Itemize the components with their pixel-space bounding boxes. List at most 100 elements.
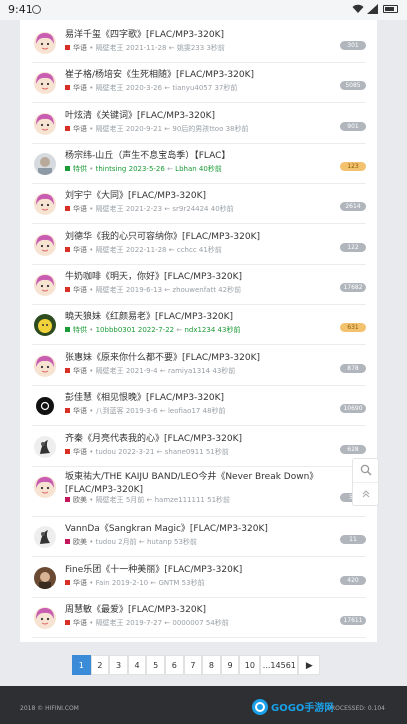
last-replier[interactable]: 姚雯233 [177, 44, 204, 52]
thread-row[interactable]: 刘宇宁《大同》[FLAC/MP3-320K] 华语 • 隔壁老王 2021-2-2… [32, 183, 366, 225]
author-name[interactable]: 隔壁老王 [96, 84, 124, 92]
thread-title[interactable]: 曉天狼妹《红颜易老》[FLAC/MP3-320K] [65, 309, 233, 322]
avatar[interactable] [34, 395, 56, 418]
author-name[interactable]: Fain [96, 579, 110, 587]
last-replier[interactable]: ramiya1314 [168, 367, 210, 375]
page-4-button[interactable]: 4 [127, 655, 147, 675]
thread-row[interactable]: 曉天狼妹《红颜易老》[FLAC/MP3-320K] 特供 • 10bbb0301 … [32, 304, 366, 346]
avatar[interactable] [34, 32, 56, 54]
last-replier[interactable]: hamze111111 [155, 496, 205, 504]
thread-row[interactable]: 彭佳慧《相见恨晚》[FLAC/MP3-320K] 华语 • 八到蓝客 2019-3… [32, 385, 366, 427]
page-3-button[interactable]: 3 [109, 655, 128, 675]
next-page-button[interactable]: ▶ [298, 655, 321, 675]
author-name[interactable]: 10bbb0301 [96, 326, 136, 334]
last-replier[interactable]: tianyu4057 [172, 84, 212, 92]
thread-row[interactable]: 刘德华《我的心只可容纳你》[FLAC/MP3-320K] 华语 • 隔壁老王 20… [32, 224, 366, 265]
thread-title[interactable]: Fine乐团《十一种美丽》[FLAC/MP3-320K] [65, 562, 242, 575]
last-replier[interactable]: zhouwenfatt [172, 286, 216, 294]
forum-label[interactable]: 华语 [73, 579, 87, 587]
forum-label[interactable]: 特供 [73, 165, 87, 173]
page-2-button[interactable]: 2 [90, 655, 110, 675]
thread-row[interactable]: 牛奶咖啡《明天，你好》[FLAC/MP3-320K] 华语 • 隔壁老王 2019… [32, 264, 366, 306]
author-name[interactable]: 隔壁老王 [96, 44, 124, 52]
last-replier[interactable]: cchcc [177, 246, 197, 254]
author-name[interactable]: 八到蓝客 [96, 407, 124, 415]
last-replier[interactable]: ndx1234 [184, 326, 215, 334]
forum-label[interactable]: 华语 [73, 205, 87, 213]
avatar[interactable] [34, 435, 56, 458]
thread-title[interactable]: 坂東祐大/THE KAIJU BAND/LEO今井《Never Break Do… [65, 471, 365, 497]
avatar[interactable] [34, 354, 56, 377]
author-name[interactable]: 隔壁老王 [96, 367, 124, 375]
back-to-top-icon[interactable] [353, 483, 378, 506]
thread-row[interactable]: 易洋千玺《四字歌》[FLAC/MP3-320K] 华语 • 隔壁老王 2021-1… [32, 22, 366, 63]
last-replier[interactable]: leofiao17 [168, 407, 200, 415]
forum-label[interactable]: 华语 [73, 367, 87, 375]
avatar[interactable] [34, 606, 56, 629]
thread-title[interactable]: 刘德华《我的心只可容纳你》[FLAC/MP3-320K] [65, 229, 260, 242]
avatar[interactable] [34, 566, 56, 589]
page-8-button[interactable]: 8 [202, 655, 221, 675]
forum-label[interactable]: 华语 [73, 407, 87, 415]
page-5-button[interactable]: 5 [146, 655, 165, 675]
author-name[interactable]: 隔壁老王 [96, 205, 124, 213]
last-replier[interactable]: hutanp [147, 538, 172, 546]
avatar[interactable] [34, 193, 56, 216]
forum-label[interactable]: 欧美 [73, 496, 87, 504]
avatar[interactable] [34, 72, 56, 95]
author-name[interactable]: 隔壁老王 [96, 246, 124, 254]
forum-label[interactable]: 华语 [73, 286, 87, 294]
avatar[interactable] [34, 314, 56, 337]
page-9-button[interactable]: 9 [220, 655, 240, 675]
author-name[interactable]: 隔壁老王 [96, 125, 124, 133]
thread-row[interactable]: 叶炫清《关键词》[FLAC/MP3-320K] 华语 • 隔壁老王 2020-9-… [32, 103, 366, 144]
thread-row[interactable]: 崔子格/杨培安《生死相随》[FLAC/MP3-320K] 华语 • 隔壁老王 20… [32, 62, 366, 104]
page-7-button[interactable]: 7 [183, 655, 203, 675]
author-name[interactable]: thintsing [96, 165, 127, 173]
avatar[interactable] [34, 233, 56, 256]
forum-label[interactable]: 华语 [73, 619, 87, 627]
page-10-button[interactable]: 10 [239, 655, 261, 675]
thread-title[interactable]: 崔子格/杨培安《生死相随》[FLAC/MP3-320K] [65, 67, 254, 80]
last-replier[interactable]: 90后的男孩ttoo [172, 125, 223, 133]
search-icon[interactable] [353, 459, 378, 483]
author-name[interactable]: 隔壁老王 [96, 496, 124, 504]
thread-row[interactable]: 坂東祐大/THE KAIJU BAND/LEO今井《Never Break Do… [32, 466, 366, 517]
last-replier[interactable]: shane0911 [165, 448, 204, 456]
avatar[interactable] [34, 153, 56, 176]
thread-title[interactable]: 周慧敏《最爱》[FLAC/MP3-320K] [65, 602, 206, 615]
thread-row[interactable]: 杨宗纬-山丘（声生不息宝岛季）【FLAC】 特供 • thintsing 2023… [32, 143, 366, 185]
forum-label[interactable]: 华语 [73, 44, 87, 52]
thread-row[interactable]: 齐秦《月亮代表我的心》[FLAC/MP3-320K] 华语 • tudou 202… [32, 426, 366, 467]
last-page-button[interactable]: ...14561 [260, 655, 299, 675]
forum-label[interactable]: 华语 [73, 448, 87, 456]
thread-title[interactable]: 彭佳慧《相见恨晚》[FLAC/MP3-320K] [65, 390, 224, 403]
thread-row[interactable]: VannDa《Sangkran Magic》[FLAC/MP3-320K] 欧美 … [32, 516, 366, 558]
author-name[interactable]: tudou [96, 538, 116, 546]
last-replier[interactable]: GNTM [158, 579, 179, 587]
thread-title[interactable]: 刘宇宁《大同》[FLAC/MP3-320K] [65, 188, 206, 201]
thread-title[interactable]: 叶炫清《关键词》[FLAC/MP3-320K] [65, 108, 215, 121]
forum-label[interactable]: 华语 [73, 84, 87, 92]
forum-label[interactable]: 华语 [73, 246, 87, 254]
thread-title[interactable]: 张惠妹《原来你什么都不要》[FLAC/MP3-320K] [65, 350, 260, 363]
author-name[interactable]: 隔壁老王 [96, 286, 124, 294]
thread-row[interactable]: 张惠妹《原来你什么都不要》[FLAC/MP3-320K] 华语 • 隔壁老王 20… [32, 345, 366, 386]
thread-title[interactable]: 易洋千玺《四字歌》[FLAC/MP3-320K] [65, 27, 224, 40]
last-replier[interactable]: Lbhan [175, 165, 197, 173]
last-replier[interactable]: sr9r24424 [172, 205, 208, 213]
avatar[interactable] [34, 526, 56, 549]
author-name[interactable]: tudou [96, 448, 116, 456]
thread-row[interactable]: Fine乐团《十一种美丽》[FLAC/MP3-320K] 华语 • Fain 20… [32, 557, 366, 598]
forum-label[interactable]: 特供 [73, 326, 87, 334]
page-1-button[interactable]: 1 [72, 655, 91, 675]
thread-row[interactable]: 周慧敏《最爱》[FLAC/MP3-320K] 华语 • 隔壁老王 2019-7-2… [32, 597, 366, 638]
forum-label[interactable]: 华语 [73, 125, 87, 133]
thread-title[interactable]: 牛奶咖啡《明天，你好》[FLAC/MP3-320K] [65, 269, 242, 282]
last-replier[interactable]: 0000007 [172, 619, 203, 627]
thread-title[interactable]: 杨宗纬-山丘（声生不息宝岛季）【FLAC】 [65, 148, 230, 161]
thread-title[interactable]: VannDa《Sangkran Magic》[FLAC/MP3-320K] [65, 521, 268, 534]
avatar[interactable] [34, 112, 56, 135]
page-6-button[interactable]: 6 [164, 655, 184, 675]
author-name[interactable]: 隔壁老王 [96, 619, 124, 627]
